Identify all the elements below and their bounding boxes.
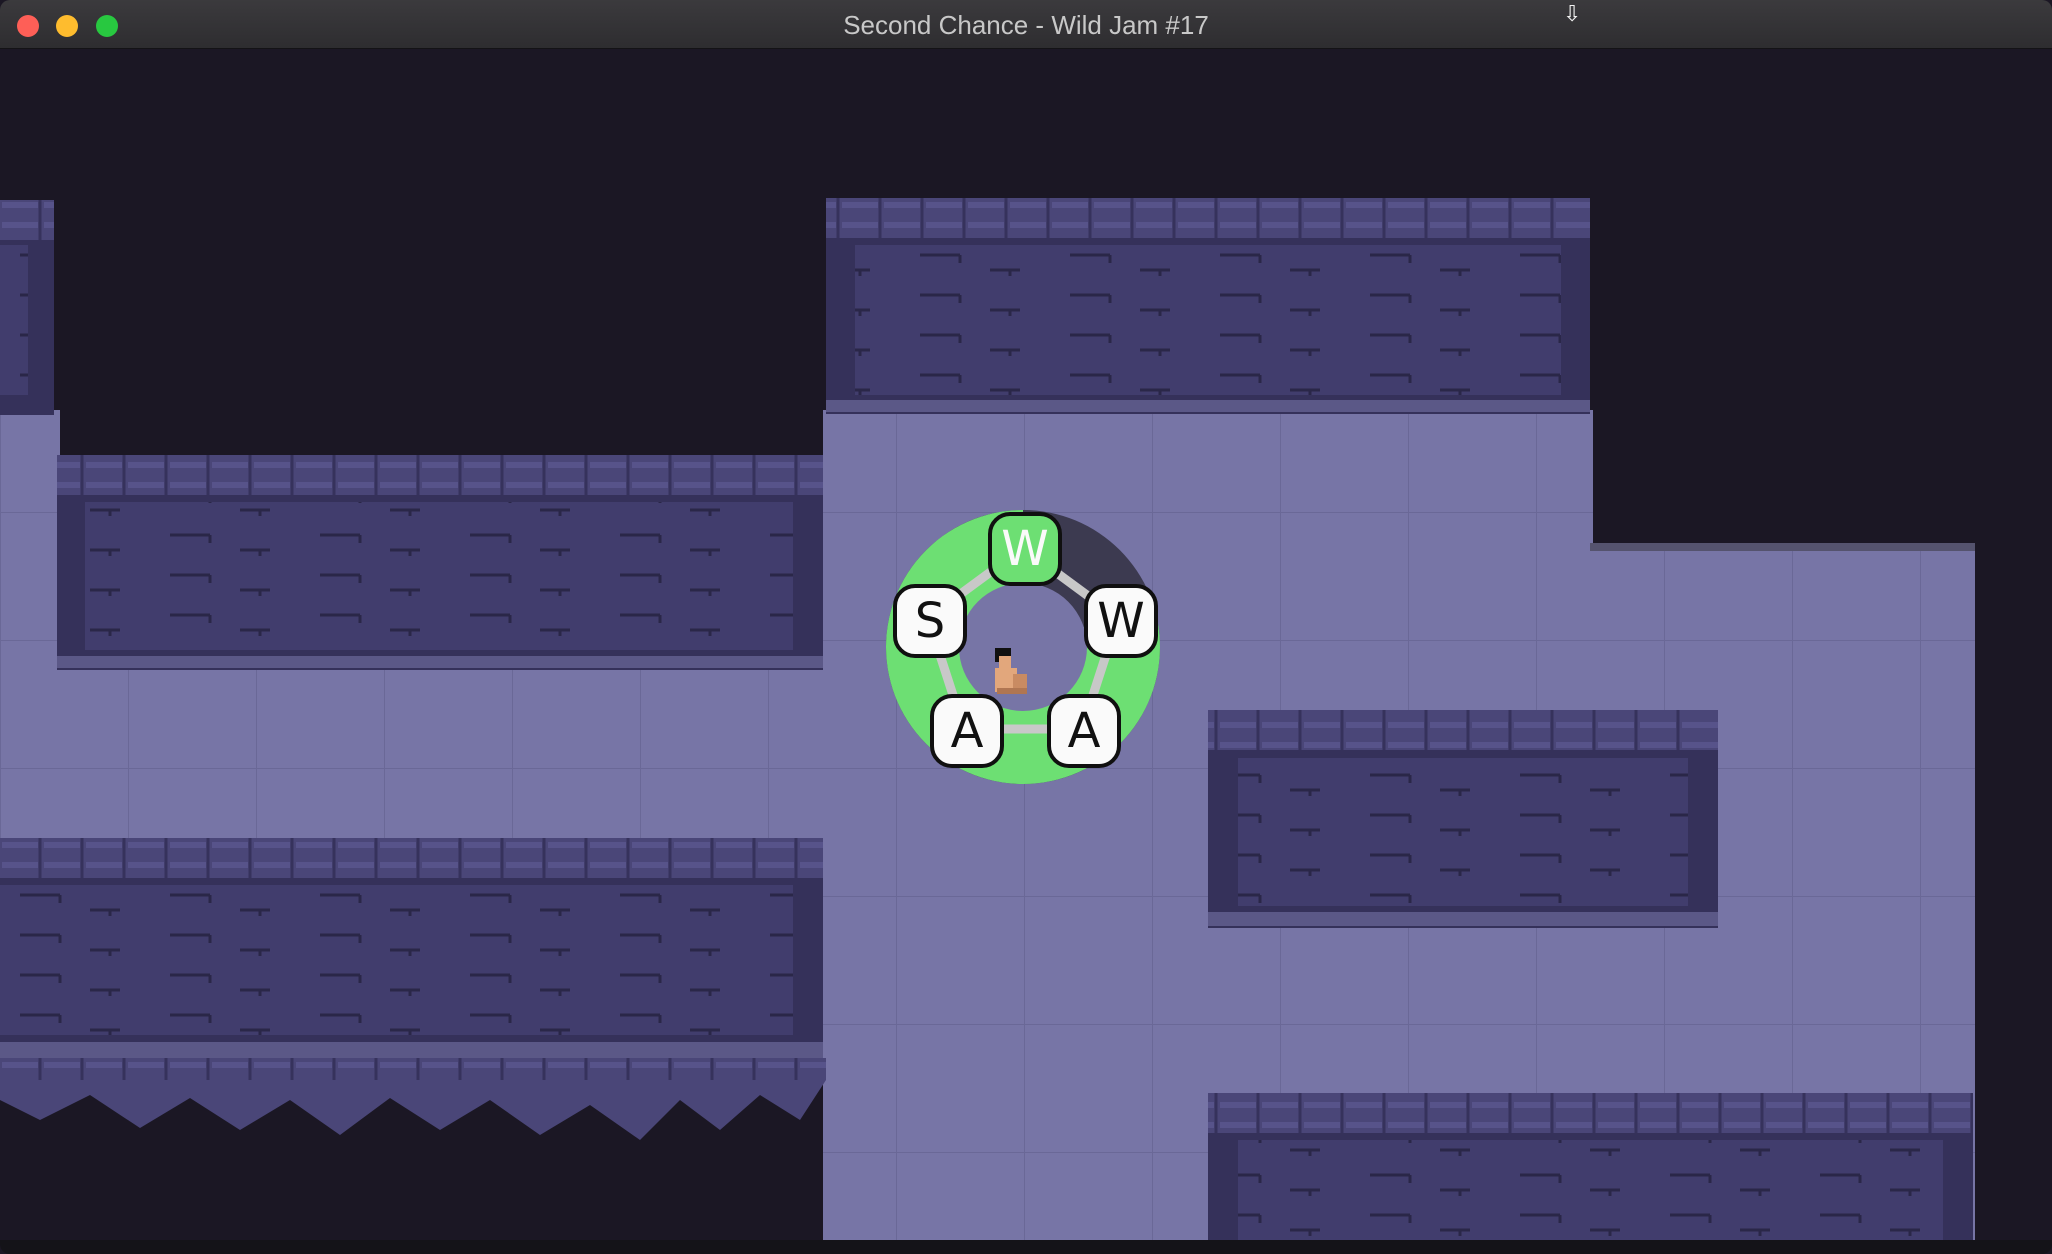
title-bar[interactable]: Second Chance - Wild Jam #17 ⇩ <box>0 0 2052 49</box>
combo-key-a-right: A <box>1047 694 1121 768</box>
window-title: Second Chance - Wild Jam #17 <box>843 10 1209 40</box>
game-canvas[interactable] <box>0 48 2052 1254</box>
combo-key-w-active: W <box>988 512 1062 586</box>
resize-arrow-icon: ⇩ <box>1563 2 1582 27</box>
game-window: Second Chance - Wild Jam #17 ⇩ W W A A S <box>0 0 2052 1254</box>
combo-key-a-left: A <box>930 694 1004 768</box>
combo-key-w: W <box>1084 584 1158 658</box>
status-strip <box>0 1240 2052 1254</box>
combo-key-s: S <box>893 584 967 658</box>
